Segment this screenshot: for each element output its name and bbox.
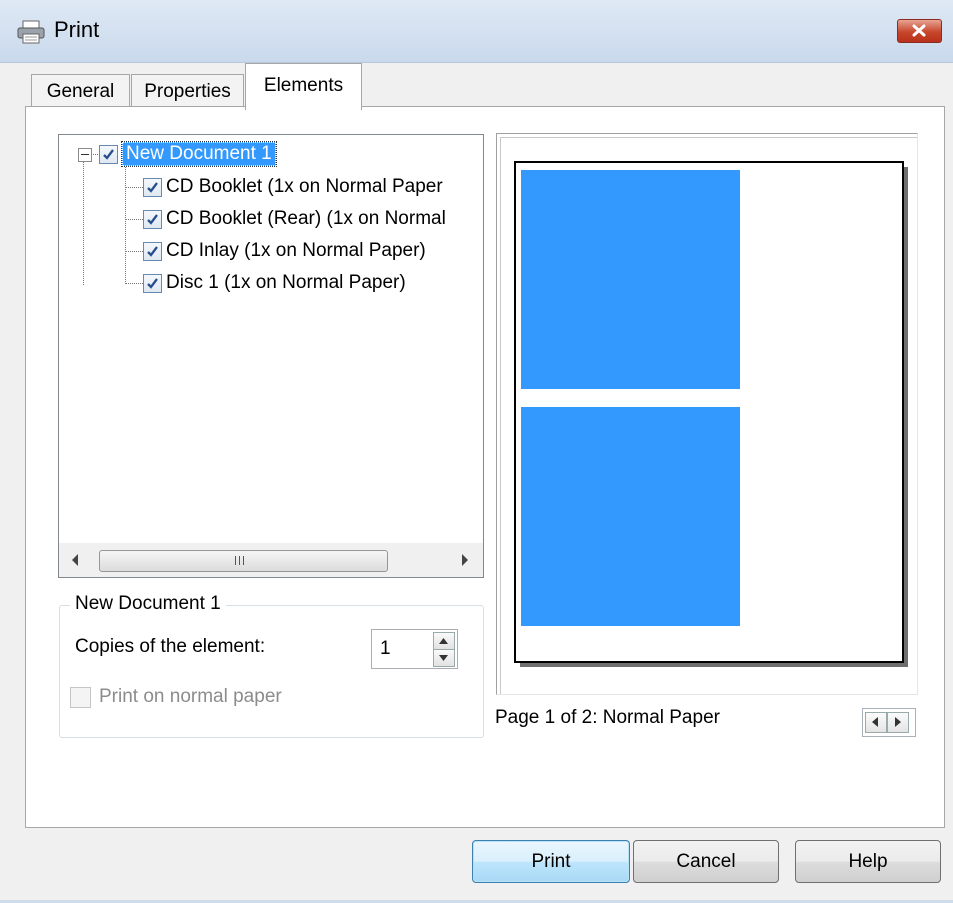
- checkmark-icon: [147, 277, 158, 289]
- tree-line: [83, 159, 84, 285]
- copies-value[interactable]: 1: [380, 638, 391, 660]
- increment-button[interactable]: [433, 632, 455, 650]
- checkmark-icon: [147, 245, 158, 257]
- decrement-button[interactable]: [433, 649, 455, 667]
- close-button[interactable]: [897, 19, 942, 43]
- scroll-left-arrow-icon[interactable]: [71, 554, 79, 566]
- collapse-toggle[interactable]: [78, 148, 92, 162]
- scroll-right-arrow-icon[interactable]: [461, 554, 469, 566]
- page-status: Page 1 of 2: Normal Paper: [495, 707, 720, 728]
- tab-general[interactable]: General: [31, 74, 130, 109]
- copies-stepper[interactable]: 1: [371, 629, 458, 669]
- element-options-group: New Document 1 Copies of the element: 1 …: [59, 593, 484, 738]
- checkmark-icon: [147, 213, 158, 225]
- tree-item-disc-1[interactable]: Disc 1 (1x on Normal Paper): [143, 269, 406, 297]
- arrow-left-icon: [872, 717, 878, 727]
- tab-elements[interactable]: Elements: [245, 63, 362, 110]
- preview-element-cd-booklet-rear: [521, 407, 740, 626]
- preview-page: [514, 161, 904, 663]
- tab-elements-label: Elements: [263, 75, 344, 96]
- copies-label: Copies of the element:: [75, 636, 266, 657]
- tree-item-cd-booklet[interactable]: CD Booklet (1x on Normal Paper: [143, 173, 443, 201]
- tree-item-label: CD Booklet (1x on Normal Paper: [166, 176, 443, 197]
- arrow-right-icon: [895, 717, 901, 727]
- scrollbar-thumb[interactable]: [99, 550, 388, 572]
- window-title: Print: [54, 17, 100, 42]
- tree-item-label: CD Inlay (1x on Normal Paper): [166, 240, 426, 261]
- tree-checkbox[interactable]: [143, 209, 162, 229]
- tree-line: [125, 167, 126, 284]
- tab-properties[interactable]: Properties: [131, 74, 244, 109]
- element-tree[interactable]: New Document 1 CD Booklet (1x on Normal …: [58, 134, 484, 578]
- print-button[interactable]: Print: [472, 840, 630, 883]
- tree-checkbox[interactable]: [143, 241, 162, 261]
- previous-page-button[interactable]: [865, 712, 887, 733]
- tab-properties-label: Properties: [144, 81, 231, 102]
- tree-line: [125, 283, 143, 284]
- preview-frame: [500, 137, 917, 694]
- print-preview: [496, 133, 918, 695]
- group-title: New Document 1: [70, 593, 226, 615]
- tree-line: [125, 219, 143, 220]
- cancel-button[interactable]: Cancel: [633, 840, 779, 883]
- tree-item-label: New Document 1: [121, 141, 277, 167]
- tree-item-label: Disc 1 (1x on Normal Paper): [166, 272, 406, 293]
- printer-icon: [16, 20, 46, 44]
- tab-general-label: General: [46, 81, 115, 102]
- title-bar: Print: [0, 0, 953, 63]
- tree-item-cd-inlay[interactable]: CD Inlay (1x on Normal Paper): [143, 237, 426, 265]
- grip-icon: [234, 556, 246, 566]
- arrow-down-icon: [439, 655, 448, 661]
- checkmark-icon: [103, 148, 114, 160]
- close-icon: [912, 24, 926, 37]
- tree-line: [125, 187, 143, 188]
- tree-checkbox[interactable]: [99, 144, 118, 164]
- tree-checkbox[interactable]: [143, 177, 162, 197]
- tree-line: [125, 251, 143, 252]
- preview-element-cd-booklet: [521, 170, 740, 389]
- tree-item-new-document-1[interactable]: New Document 1: [99, 140, 277, 168]
- help-button[interactable]: Help: [795, 840, 941, 883]
- checkbox-box[interactable]: [70, 686, 91, 708]
- tree-item-label: CD Booklet (Rear) (1x on Normal: [166, 208, 446, 229]
- tree-checkbox[interactable]: [143, 273, 162, 293]
- tree-item-cd-booklet-rear[interactable]: CD Booklet (Rear) (1x on Normal: [143, 205, 446, 233]
- page-navigator: [862, 708, 916, 737]
- print-on-normal-paper-checkbox[interactable]: Print on normal paper: [70, 686, 282, 708]
- arrow-up-icon: [439, 638, 448, 644]
- next-page-button[interactable]: [887, 712, 909, 733]
- horizontal-scrollbar[interactable]: [59, 543, 483, 577]
- checkmark-icon: [147, 181, 158, 193]
- print-on-normal-paper-label: Print on normal paper: [99, 686, 282, 707]
